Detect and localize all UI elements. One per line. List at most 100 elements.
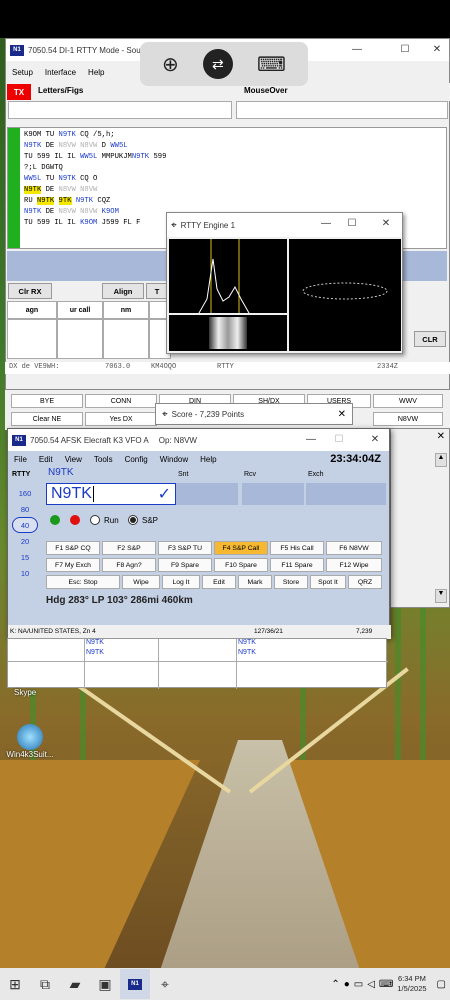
rx-line[interactable]: N9TK DE N8VW N8VW (24, 185, 97, 196)
desktop-icon-skype[interactable]: Skype (14, 688, 36, 697)
band-20[interactable]: 20 (12, 533, 38, 549)
close-icon[interactable]: ✕ (364, 429, 386, 449)
rx-line[interactable]: TU 599 IL IL K9OM J599 FL F (24, 218, 140, 229)
scroll-down-icon[interactable]: ▼ (435, 589, 447, 603)
exch-field[interactable] (306, 483, 386, 505)
rx-word[interactable]: CQ /5,h; (76, 131, 115, 139)
rx-word[interactable]: D (97, 142, 110, 150)
letters-figs-label[interactable]: Letters/Figs (32, 83, 89, 101)
maximize-icon[interactable]: ☐ (341, 213, 363, 233)
band-80[interactable]: 80 (12, 501, 38, 517)
rx-word[interactable]: N8VW N8VW (59, 142, 98, 150)
menu-tools[interactable]: Tools (88, 455, 119, 464)
grid-cell[interactable] (103, 319, 149, 359)
rx-word[interactable]: RU (24, 197, 37, 205)
rx-word[interactable]: CQ O (76, 175, 97, 183)
windows-start-icon[interactable]: ⊞ (0, 969, 30, 999)
rx-word[interactable]: N9TK (76, 197, 93, 205)
band-10[interactable]: 10 (12, 565, 38, 581)
f11-button[interactable]: F11 Spare (270, 558, 324, 572)
rx-word[interactable]: TU (41, 175, 58, 183)
edit-button[interactable]: Edit (202, 575, 236, 589)
grid-header-agn[interactable]: agn (7, 301, 57, 319)
f7-button[interactable]: F7 My Exch (46, 558, 100, 572)
f5-button[interactable]: F5 His Call (270, 541, 324, 555)
rx-word[interactable]: MMPUKJM (97, 153, 132, 161)
n8vw-button[interactable]: N8VW (373, 412, 443, 426)
snt-field[interactable] (176, 483, 238, 505)
clear-ne-button[interactable]: Clear NE (11, 412, 83, 426)
rx-line[interactable]: N9TK DE N8VW N8VW D WW5L (24, 141, 128, 152)
task-view-icon[interactable]: ⧉ (30, 969, 60, 999)
menu-file[interactable]: File (8, 455, 33, 464)
f2-button[interactable]: F2 S&P (102, 541, 156, 555)
rx-word[interactable]: N9TK (24, 186, 42, 194)
dx-spot-line[interactable]: DX de VE9WH: 7063.0 KM4OQO RTTY 2334Z (5, 362, 450, 374)
spectrum-display[interactable] (169, 239, 287, 314)
bye-button[interactable]: BYE (11, 394, 83, 408)
rx-word[interactable]: K9OM TU (24, 131, 59, 139)
rx-line[interactable]: N9TK DE N8VW N8VW K9OM (24, 207, 119, 218)
bandmap-entry[interactable]: N9TK (86, 639, 104, 646)
scroll-up-icon[interactable]: ▲ (435, 453, 447, 467)
app-icon-1[interactable]: ▰ (60, 969, 90, 999)
f9-button[interactable]: F9 Spare (158, 558, 212, 572)
app-icon-2[interactable]: ▣ (90, 969, 120, 999)
rx-word[interactable]: DE (41, 208, 58, 216)
zoom-in-icon[interactable]: ⊕ (162, 52, 179, 77)
rx-word[interactable]: DE (41, 142, 58, 150)
close-icon[interactable]: ✕ (375, 213, 397, 233)
taskbar-clock[interactable]: 6:34 PM 1/5/2025 (397, 974, 426, 994)
rx-word[interactable] (54, 197, 58, 205)
run-radio[interactable] (90, 515, 100, 525)
wwv-button[interactable]: WWV (373, 394, 443, 408)
menu-window[interactable]: Window (154, 455, 194, 464)
mark-button[interactable]: Mark (238, 575, 272, 589)
microphone-icon[interactable]: ● (344, 979, 350, 990)
band-160[interactable]: 160 (12, 485, 38, 501)
n1mm-taskbar-icon[interactable]: N1 (120, 969, 150, 999)
bandmap-entry[interactable]: N9TK (238, 639, 256, 646)
rx-word[interactable]: N9TK (59, 175, 76, 183)
crossed-ellipse-display[interactable] (289, 239, 401, 351)
rx-word[interactable]: WW5L (24, 175, 41, 183)
log-it-button[interactable]: Log It (162, 575, 200, 589)
rx-word[interactable]: ?;L DGWTQ (24, 164, 63, 172)
rtty-taskbar-icon[interactable]: ⌖ (150, 969, 180, 999)
menu-view[interactable]: View (59, 455, 88, 464)
rx-line[interactable]: RU N9TK 9TK N9TK CQZ (24, 196, 110, 207)
remote-connect-icon[interactable]: ⇄ (202, 49, 233, 79)
rx-line[interactable]: ?;L DGWTQ (24, 163, 63, 174)
rx-word[interactable]: WW5L (80, 153, 97, 161)
callsign-input[interactable]: N9TK ✓ (46, 483, 176, 505)
rx-word[interactable]: 599 (149, 153, 166, 161)
tx-input-field[interactable] (8, 101, 232, 119)
sp-radio[interactable] (128, 515, 138, 525)
bandmap-entry[interactable]: N9TK (238, 649, 256, 656)
notification-icon[interactable]: ▢ (437, 979, 446, 990)
f3-button[interactable]: F3 S&P TU (158, 541, 212, 555)
rx-word[interactable]: 9TK (58, 197, 72, 205)
tx-button[interactable]: TX (7, 84, 31, 100)
grid-header-urcall[interactable]: ur call (57, 301, 103, 319)
close-icon[interactable]: ✕ (426, 39, 448, 59)
bandmap-entry[interactable]: N9TK (86, 649, 104, 656)
rx-word[interactable]: N8VW N8VW (59, 208, 98, 216)
qrz-button[interactable]: QRZ (348, 575, 382, 589)
rx-word[interactable]: K9OM (80, 219, 97, 227)
f8-button[interactable]: F8 Agn? (102, 558, 156, 572)
rx-word[interactable]: J599 FL F (97, 219, 141, 227)
bandmap-pane[interactable]: N9TK N9TK N9TK N9TK (7, 638, 388, 689)
grid-header-nm[interactable]: nm (103, 301, 149, 319)
keyboard-layout-icon[interactable]: ⌨ (379, 979, 393, 990)
rx-word[interactable]: N9TK (24, 142, 41, 150)
menu-interface[interactable]: Interface (39, 68, 82, 77)
rx-line[interactable]: WW5L TU N9TK CQ O (24, 174, 97, 185)
align-button[interactable]: Align (102, 283, 144, 299)
minimize-icon[interactable]: — (300, 429, 322, 449)
rx-word[interactable]: TU 599 IL IL (24, 219, 80, 227)
speaker-icon[interactable]: ◁ (367, 979, 375, 990)
clr-button[interactable]: CLR (414, 331, 446, 347)
store-button[interactable]: Store (274, 575, 308, 589)
rx-line[interactable]: TU 599 IL IL WW5L MMPUKJMN9TK 599 (24, 152, 166, 163)
